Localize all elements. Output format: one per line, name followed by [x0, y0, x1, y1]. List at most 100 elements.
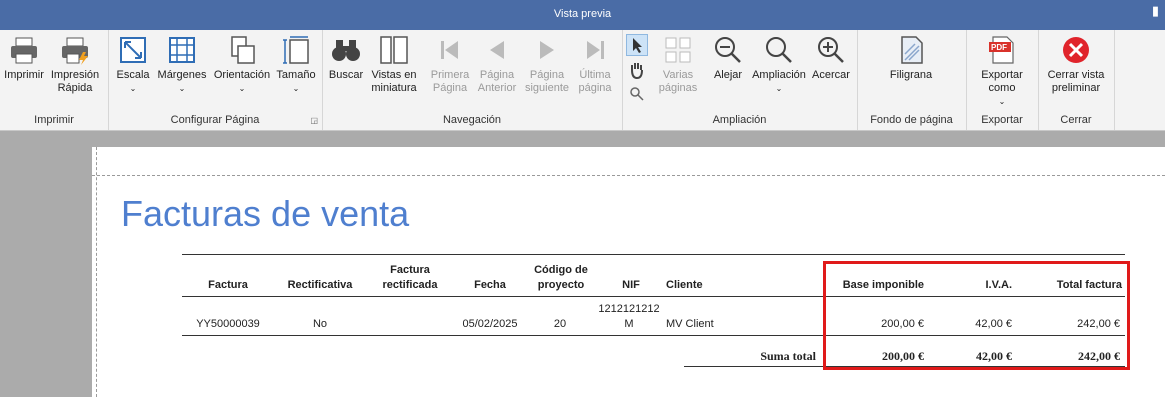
- zoom-tool-icon[interactable]: [629, 86, 649, 106]
- scale-button[interactable]: Escala ⌄: [112, 34, 154, 95]
- margin-guide-vertical: [96, 147, 97, 397]
- search-button[interactable]: Buscar: [326, 34, 366, 82]
- orientation-label: Orientación: [213, 69, 271, 81]
- group-imprimir: Imprimir Impresión Rápida Imprimir: [0, 30, 109, 130]
- close-icon: [1063, 37, 1089, 63]
- thumbnails-icon: [380, 36, 408, 64]
- chevron-down-icon: ⌄: [998, 97, 1006, 106]
- first-page-label: Primera Página: [430, 69, 470, 94]
- zoom-in-icon: [818, 37, 844, 63]
- chevron-down-icon: ⌄: [238, 84, 246, 93]
- zoom-out-icon: [715, 37, 741, 63]
- previous-page-label: Página Anterior: [477, 69, 517, 94]
- zoom-button[interactable]: Ampliación ⌄: [750, 34, 808, 95]
- close-preview-label: Cerrar vista preliminar: [1047, 69, 1105, 94]
- chevron-down-icon: ⌄: [775, 84, 783, 93]
- search-label: Buscar: [328, 69, 364, 81]
- watermark-label: Filigrana: [889, 69, 933, 81]
- orientation-icon: [231, 36, 255, 64]
- first-page-button[interactable]: Primera Página: [428, 34, 472, 95]
- export-button[interactable]: PDF Exportar como ⌄: [972, 34, 1032, 108]
- group-exportar: PDF Exportar como ⌄ Exportar: [966, 30, 1039, 130]
- print-label: Imprimir: [4, 69, 44, 81]
- watermark-icon: [901, 36, 923, 64]
- thumbnails-label: Vistas en miniatura: [371, 69, 417, 94]
- chevron-down-icon: ⌄: [129, 84, 137, 93]
- group-navegacion: Buscar Vistas en miniatura Primera Págin…: [322, 30, 623, 130]
- header-rectificativa: Rectificativa: [287, 279, 353, 291]
- window-title: Vista previa: [553, 8, 612, 20]
- multiple-pages-icon: [665, 37, 691, 63]
- watermark-button[interactable]: Filigrana: [881, 34, 941, 82]
- svg-text:PDF: PDF: [991, 43, 1007, 52]
- chevron-down-icon: ⌄: [178, 84, 186, 93]
- last-page-button[interactable]: Última página: [574, 34, 616, 95]
- pdf-icon: PDF: [989, 36, 1014, 64]
- binoculars-icon: [332, 40, 360, 61]
- zoom-icon: [766, 37, 792, 63]
- cell-codigo: 20: [553, 318, 567, 330]
- group-fondo: Filigrana Fondo de página: [857, 30, 967, 130]
- last-page-icon: [587, 41, 604, 59]
- group-configurar: Escala ⌄ Márgenes ⌄ Orientación ⌄ Tamaño…: [108, 30, 323, 130]
- group-label-exportar: Exportar: [981, 114, 1023, 126]
- previous-page-button[interactable]: Página Anterior: [474, 34, 520, 95]
- header-cliente: Cliente: [666, 279, 703, 291]
- printer-icon: [11, 37, 37, 64]
- zoom-out-button[interactable]: Alejar: [710, 34, 746, 82]
- multiple-pages-label: Varias páginas: [658, 69, 698, 94]
- cell-fecha: 05/02/2025: [462, 318, 518, 330]
- scale-label: Escala: [116, 69, 150, 81]
- quick-print-label: Impresión Rápida: [50, 69, 100, 94]
- pointer-icon[interactable]: [626, 34, 648, 56]
- page-size-icon: [283, 36, 309, 64]
- hand-icon[interactable]: [627, 60, 647, 80]
- margins-button[interactable]: Márgenes ⌄: [156, 34, 208, 95]
- scale-icon: [120, 37, 146, 63]
- dialog-launcher-icon[interactable]: ◲: [310, 116, 318, 125]
- group-label-configurar: Configurar Página: [170, 114, 260, 126]
- zoom-label: Ampliación: [752, 69, 806, 81]
- report-title: Facturas de venta: [121, 193, 410, 234]
- next-page-button[interactable]: Página siguiente: [522, 34, 572, 95]
- quick-print-button[interactable]: Impresión Rápida: [48, 34, 102, 95]
- size-label: Tamaño: [276, 69, 316, 81]
- orientation-button[interactable]: Orientación ⌄: [210, 34, 274, 95]
- group-label-cerrar: Cerrar: [1060, 114, 1092, 126]
- ribbon: Imprimir Impresión Rápida Imprimir Escal…: [0, 30, 1165, 131]
- header-factura: Factura: [208, 279, 248, 291]
- header-codigo-proyecto: Código de proyecto: [534, 264, 588, 291]
- size-button[interactable]: Tamaño ⌄: [274, 34, 318, 95]
- previous-page-icon: [490, 41, 504, 59]
- thumbnails-button[interactable]: Vistas en miniatura: [368, 34, 420, 95]
- cell-cliente: MV Client: [666, 318, 714, 330]
- group-label-fondo: Fondo de página: [870, 114, 953, 126]
- next-page-label: Página siguiente: [524, 69, 570, 94]
- group-ampliacion: Varias páginas Alejar Ampliación ⌄ Acerc…: [622, 30, 858, 130]
- zoom-in-label: Acercar: [812, 69, 850, 81]
- cell-factura: YY50000039: [196, 318, 260, 330]
- first-page-icon: [441, 41, 458, 59]
- margins-icon: [169, 37, 195, 63]
- margins-label: Márgenes: [157, 69, 207, 81]
- quick-printer-icon: [62, 37, 88, 65]
- cell-nif: 1212121212 M: [598, 303, 660, 330]
- header-nif: NIF: [622, 279, 640, 291]
- header-fecha: Fecha: [474, 279, 506, 291]
- multiple-pages-button[interactable]: Varias páginas: [652, 34, 704, 95]
- highlight-box: [823, 261, 1130, 370]
- next-page-icon: [540, 41, 554, 59]
- close-preview-button[interactable]: Cerrar vista preliminar: [1042, 34, 1110, 95]
- window-menu-icon[interactable]: ▮: [1152, 3, 1159, 19]
- group-label-ampliacion: Ampliación: [712, 114, 767, 126]
- export-label: Exportar como: [981, 69, 1023, 94]
- print-button[interactable]: Imprimir: [4, 34, 44, 82]
- zoom-in-button[interactable]: Acercar: [810, 34, 852, 82]
- cell-rectificativa: No: [312, 318, 328, 330]
- group-label-navegacion: Navegación: [442, 114, 502, 126]
- group-label-imprimir: Imprimir: [34, 114, 74, 126]
- table-top-rule: [182, 254, 1125, 255]
- margin-guide-horizontal: [92, 175, 1165, 176]
- header-factura-rectificada: Factura rectificada: [382, 264, 438, 291]
- zoom-out-label: Alejar: [713, 69, 743, 81]
